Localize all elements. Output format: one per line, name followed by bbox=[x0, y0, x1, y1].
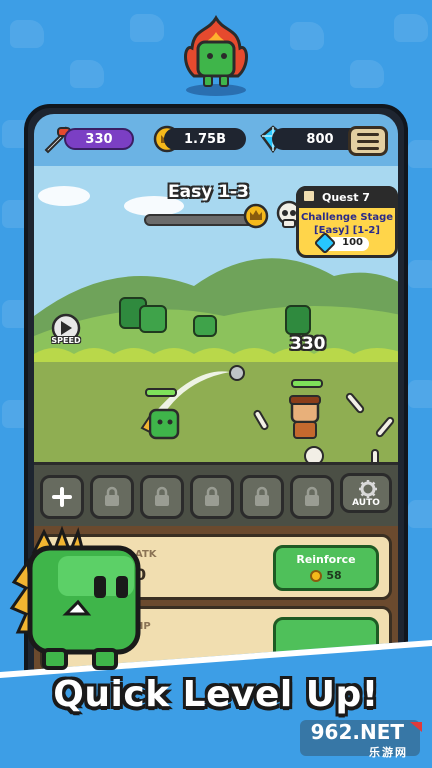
watermark-text: 962.NET bbox=[310, 720, 404, 744]
locked-skill-slot[interactable] bbox=[90, 475, 134, 519]
dino-flame-badge bbox=[184, 14, 248, 96]
speed-button[interactable]: SPEED bbox=[44, 312, 88, 352]
crown-coin-icon bbox=[243, 203, 269, 229]
lock-icon bbox=[105, 486, 119, 506]
quest-card[interactable]: Quest 7 Challenge Stage [Easy] [1-2] 100 bbox=[296, 186, 398, 258]
watermark-subtext: 乐游网 bbox=[369, 746, 408, 759]
lock-icon bbox=[155, 486, 169, 506]
speed-label: SPEED bbox=[51, 336, 81, 345]
locked-skill-slot[interactable] bbox=[240, 475, 284, 519]
resource-bar: 330 1.75B 800 bbox=[34, 114, 398, 166]
quest-reward: 100 bbox=[313, 231, 369, 255]
reinforce-cost: 58 bbox=[326, 569, 342, 582]
quest-reward-value: 100 bbox=[342, 237, 363, 248]
stage-title: Easy 1-3 bbox=[168, 182, 249, 202]
lock-icon bbox=[205, 486, 219, 506]
quest-header: Quest 7 bbox=[322, 190, 370, 204]
coin-icon bbox=[310, 569, 323, 582]
quest-scroll-icon bbox=[302, 189, 316, 203]
locked-skill-slot[interactable] bbox=[190, 475, 234, 519]
gear-icon bbox=[359, 480, 377, 498]
damage-number: 330 bbox=[290, 334, 326, 354]
auto-button[interactable]: AUTO bbox=[340, 473, 392, 513]
battle-field: Easy 1-3 Quest 7 Challenge Stage [Easy] … bbox=[34, 166, 398, 466]
skill-slot-bar: AUTO bbox=[34, 462, 398, 526]
power-value: 330 bbox=[64, 128, 134, 150]
quest-line2: [Easy] [1-2] bbox=[314, 225, 380, 236]
banner-headline: Quick Level Up! bbox=[53, 674, 379, 715]
menu-button[interactable] bbox=[348, 126, 388, 156]
locked-skill-slot[interactable] bbox=[290, 475, 334, 519]
add-skill-slot[interactable] bbox=[40, 475, 84, 519]
plus-icon bbox=[52, 487, 72, 507]
lock-icon bbox=[255, 486, 269, 506]
lock-icon bbox=[305, 486, 319, 506]
auto-label: AUTO bbox=[352, 498, 380, 508]
quest-line1: Challenge Stage bbox=[300, 212, 394, 223]
reinforce-label: Reinforce bbox=[296, 553, 356, 566]
reinforce-button[interactable]: Reinforce 58 bbox=[273, 545, 379, 591]
gold-value: 1.75B bbox=[164, 128, 246, 150]
dino-mascot bbox=[9, 525, 141, 670]
locked-skill-slot[interactable] bbox=[140, 475, 184, 519]
